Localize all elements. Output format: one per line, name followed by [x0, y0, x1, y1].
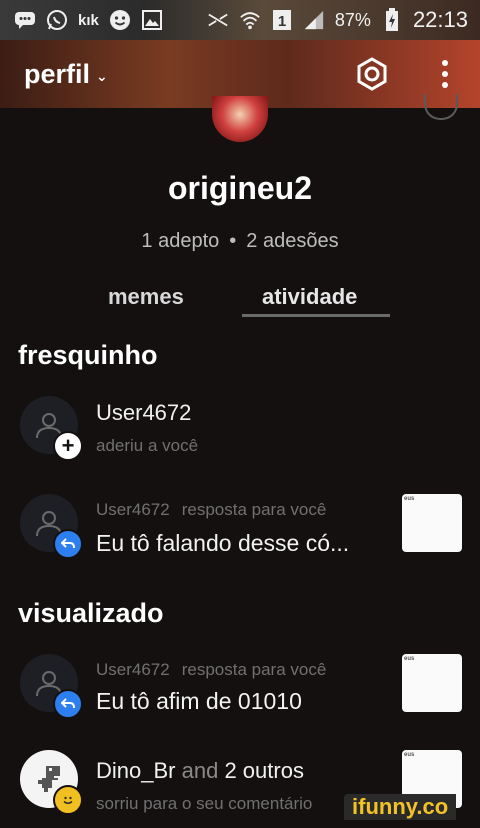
mute-icon — [207, 9, 229, 31]
notification-item[interactable]: User4672 resposta para você Eu tô falando… — [0, 492, 480, 572]
wifi-icon — [239, 9, 261, 31]
followers-count[interactable]: 1 adepto — [141, 230, 219, 252]
battery-icon — [381, 8, 403, 31]
tab-atividade[interactable]: atividade — [262, 284, 357, 310]
notification-text: Eu tô afim de 01010 — [96, 688, 302, 714]
notification-header: User4672 resposta para você — [96, 500, 326, 520]
battery-percent: 87% — [334, 9, 371, 30]
reply-icon — [53, 689, 83, 719]
settings-button[interactable] — [352, 54, 392, 94]
header-title: perfil — [24, 58, 91, 89]
profile-avatar[interactable] — [212, 96, 268, 142]
svg-text:1: 1 — [278, 13, 286, 30]
ifunny-watermark: ifunny.co — [344, 794, 457, 820]
thumbnail-text: eus — [404, 656, 415, 662]
clock: 22:13 — [412, 7, 468, 32]
status-bar: kık 1 87% 22:13 — [0, 0, 480, 40]
sim-icon: 1 — [271, 9, 293, 31]
notification-item[interactable]: + User4672 aderiu a você — [0, 394, 480, 474]
chat-bubble-icon — [14, 9, 36, 31]
thumbnail-text: eus — [404, 752, 415, 758]
image-icon — [141, 9, 163, 31]
notification-user[interactable]: User4672 — [96, 660, 170, 679]
meme-thumbnail[interactable]: eus — [402, 654, 462, 712]
profile-menu-toggle[interactable]: perfil ⌄ — [24, 59, 108, 90]
more-vert-icon — [442, 60, 448, 66]
notification-user[interactable]: Dino_Br — [96, 758, 175, 783]
signal-icon — [303, 9, 325, 31]
active-tab-indicator — [242, 314, 390, 317]
profile-username: origineu2 — [167, 170, 312, 206]
follow-plus-icon: + — [53, 431, 83, 461]
hexagon-settings-icon — [357, 57, 387, 91]
notification-action: resposta para você — [181, 660, 327, 679]
reply-icon — [53, 529, 83, 559]
profile-stats: 1 adepto • 2 adesões — [0, 230, 480, 253]
following-count[interactable]: 2 adesões — [246, 230, 338, 252]
more-options-button[interactable] — [430, 54, 460, 94]
notification-item[interactable]: User4672 resposta para você Eu tô afim de… — [0, 652, 480, 732]
whatsapp-icon — [46, 9, 68, 31]
notification-user[interactable]: User4672 — [96, 500, 170, 519]
notification-user[interactable]: User4672 — [96, 400, 191, 426]
chevron-down-icon: ⌄ — [96, 67, 108, 84]
notification-text: Eu tô falando desse có... — [96, 530, 350, 556]
stats-separator: • — [229, 230, 237, 252]
smiley-icon — [109, 9, 131, 31]
smile-icon — [53, 785, 83, 815]
thumbnail-text: eus — [404, 496, 415, 502]
section-title-viewed: visualizado — [18, 598, 164, 628]
notification-others[interactable]: 2 outros — [224, 758, 304, 783]
notification-action: resposta para você — [181, 500, 327, 519]
notification-action: aderiu a você — [96, 436, 199, 455]
section-title-fresh: fresquinho — [18, 340, 158, 370]
notification-action: sorriu para o seu comentário — [96, 794, 313, 813]
notification-header: User4672 resposta para você — [96, 660, 326, 680]
kik-icon: kık — [78, 11, 99, 29]
info-icon[interactable] — [424, 94, 458, 120]
meme-thumbnail[interactable]: eus — [402, 494, 462, 552]
tab-memes[interactable]: memes — [108, 284, 184, 310]
notification-header: Dino_Br and 2 outros — [96, 758, 304, 784]
notification-and: and — [181, 758, 219, 783]
